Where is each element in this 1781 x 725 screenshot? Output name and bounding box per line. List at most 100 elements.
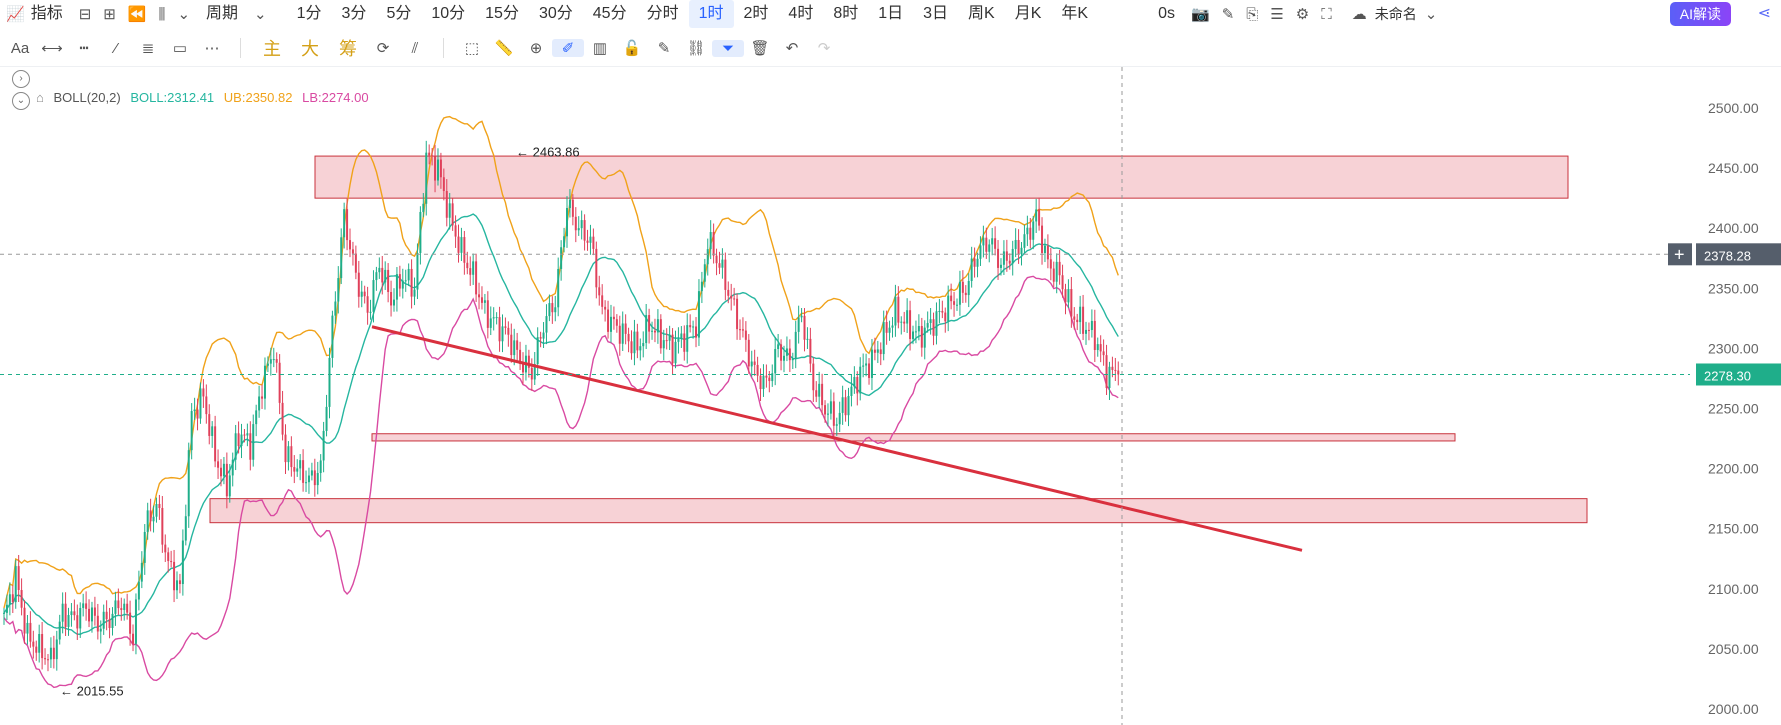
candle-body[interactable]: [1002, 251, 1005, 265]
candle-body[interactable]: [639, 346, 642, 351]
candle-body[interactable]: [32, 641, 35, 647]
candle-body[interactable]: [73, 611, 76, 616]
candle-type-icon[interactable]: ⫼: [153, 6, 172, 23]
candle-body[interactable]: [580, 220, 583, 229]
candle-body[interactable]: [853, 377, 856, 387]
candle-body[interactable]: [90, 607, 93, 622]
candle-body[interactable]: [246, 433, 249, 436]
candle-body[interactable]: [38, 634, 41, 653]
candle-body[interactable]: [1052, 268, 1055, 282]
candle-body[interactable]: [953, 301, 956, 305]
candle-body[interactable]: [454, 225, 457, 237]
candle-body[interactable]: [237, 433, 240, 447]
candle-body[interactable]: [882, 321, 885, 355]
candle-body[interactable]: [140, 562, 143, 582]
candle-body[interactable]: [419, 211, 422, 253]
note-icon[interactable]: ✎: [648, 39, 680, 57]
candle-body[interactable]: [1076, 319, 1079, 323]
candle-body[interactable]: [392, 299, 395, 306]
candle-body[interactable]: [777, 344, 780, 350]
candle-body[interactable]: [812, 363, 815, 391]
candle-body[interactable]: [988, 244, 991, 252]
lock-icon[interactable]: 🔓: [616, 39, 648, 57]
candle-body[interactable]: [296, 468, 299, 472]
candle-body[interactable]: [1070, 289, 1073, 317]
candle-body[interactable]: [105, 611, 108, 620]
candle-body[interactable]: [1117, 370, 1120, 375]
candle-body[interactable]: [351, 249, 354, 254]
chevron-down-icon[interactable]: ⌄: [1419, 5, 1444, 23]
candle-body[interactable]: [225, 463, 228, 497]
candle-body[interactable]: [733, 298, 736, 300]
chip-button[interactable]: 筹: [329, 35, 367, 61]
candle-body[interactable]: [926, 323, 929, 328]
candle-body[interactable]: [741, 329, 744, 331]
candle-body[interactable]: [999, 264, 1002, 268]
candle-body[interactable]: [976, 258, 979, 267]
horizontal-line-icon[interactable]: ⟷: [36, 39, 68, 57]
candle-body[interactable]: [900, 321, 903, 323]
candle-body[interactable]: [290, 446, 293, 468]
candle-body[interactable]: [187, 450, 190, 517]
candle-body[interactable]: [436, 159, 439, 181]
candle-body[interactable]: [231, 459, 234, 476]
candle-body[interactable]: [653, 330, 656, 333]
candle-body[interactable]: [164, 544, 167, 553]
candle-body[interactable]: [1005, 251, 1008, 261]
candle-body[interactable]: [630, 341, 633, 354]
candle-body[interactable]: [102, 611, 105, 629]
candle-body[interactable]: [1014, 239, 1017, 249]
candle-body[interactable]: [612, 316, 615, 320]
candle-body[interactable]: [894, 296, 897, 326]
candle-body[interactable]: [46, 659, 49, 661]
candle-body[interactable]: [52, 647, 55, 660]
candle-body[interactable]: [498, 317, 501, 342]
candle-body[interactable]: [445, 191, 448, 218]
main-force-button[interactable]: 主: [253, 35, 291, 61]
candle-body[interactable]: [439, 159, 442, 178]
candle-body[interactable]: [23, 607, 26, 634]
candle-body[interactable]: [648, 315, 651, 332]
candle-body[interactable]: [463, 237, 466, 263]
candle-body[interactable]: [507, 327, 510, 335]
candle-body[interactable]: [360, 291, 363, 297]
candle-body[interactable]: [67, 615, 70, 627]
candle-body[interactable]: [847, 395, 850, 416]
candle-body[interactable]: [651, 330, 654, 332]
candle-body[interactable]: [475, 261, 478, 295]
candle-body[interactable]: [1049, 259, 1052, 269]
candle-body[interactable]: [302, 460, 305, 483]
candle-body[interactable]: [1046, 245, 1049, 260]
candle-body[interactable]: [838, 412, 841, 425]
candle-body[interactable]: [844, 397, 847, 416]
candle-body[interactable]: [615, 319, 618, 326]
candle-body[interactable]: [466, 262, 469, 269]
candle-body[interactable]: [1020, 247, 1023, 255]
candle-body[interactable]: [480, 297, 483, 303]
candle-body[interactable]: [782, 355, 785, 361]
candle-body[interactable]: [917, 326, 920, 332]
candles-icon[interactable]: ▥: [584, 39, 616, 57]
candle-body[interactable]: [668, 334, 671, 341]
candle-body[interactable]: [821, 383, 824, 406]
candle-body[interactable]: [275, 359, 278, 363]
candle-body[interactable]: [850, 386, 853, 396]
indicator-icon[interactable]: 📈: [0, 5, 31, 23]
candle-body[interactable]: [607, 309, 610, 332]
candle-body[interactable]: [1093, 320, 1096, 350]
candle-body[interactable]: [354, 253, 357, 273]
candle-body[interactable]: [416, 252, 419, 290]
candle-body[interactable]: [950, 295, 953, 302]
candle-body[interactable]: [909, 310, 912, 339]
candle-body[interactable]: [217, 461, 220, 468]
candle-body[interactable]: [184, 516, 187, 541]
period-month[interactable]: 月K: [1005, 0, 1052, 28]
candle-body[interactable]: [1082, 306, 1085, 334]
candle-body[interactable]: [281, 402, 284, 435]
candle-body[interactable]: [680, 333, 683, 339]
candle-body[interactable]: [592, 236, 595, 249]
candle-body[interactable]: [914, 331, 917, 333]
candle-body[interactable]: [287, 446, 290, 463]
filter-icon[interactable]: ⏷: [712, 39, 744, 57]
candle-body[interactable]: [346, 209, 349, 241]
